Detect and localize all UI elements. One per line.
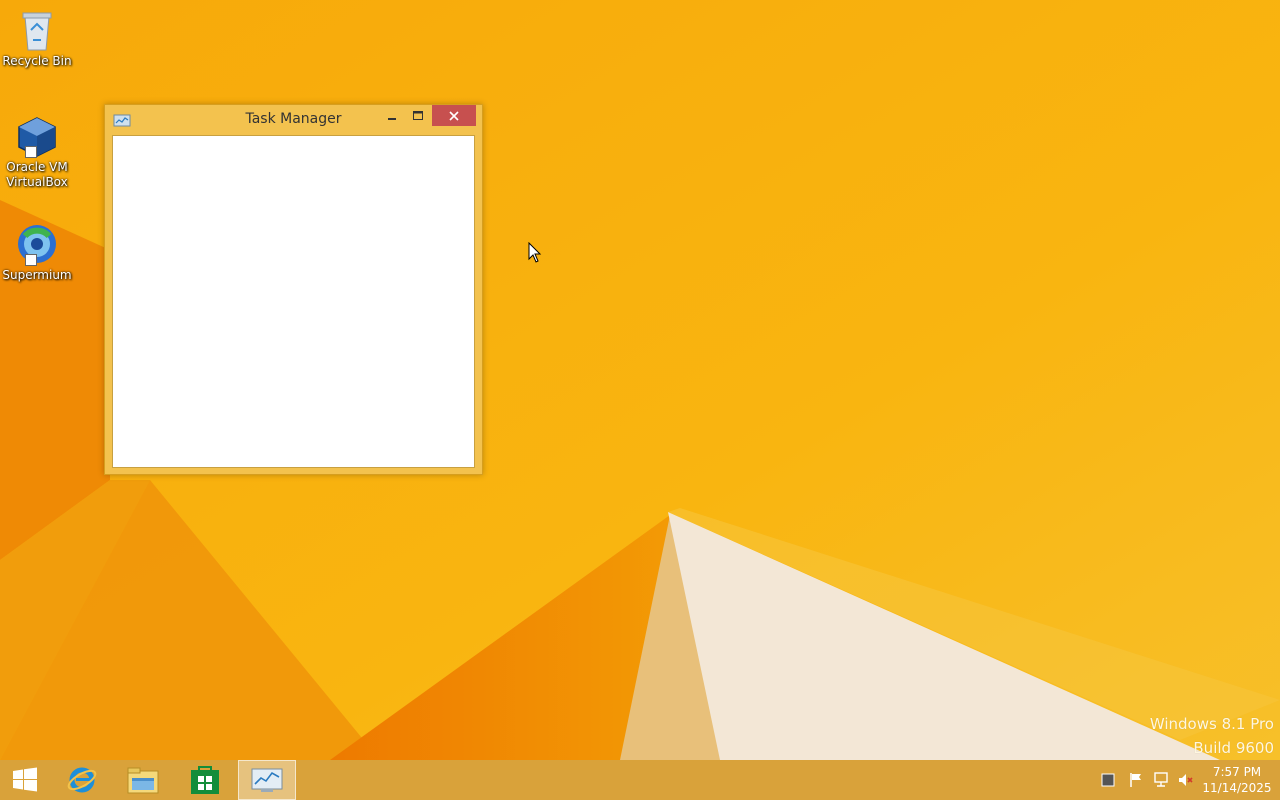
recycle-bin-icon (15, 8, 59, 52)
taskbar-task-manager[interactable] (238, 760, 296, 800)
file-explorer-icon (127, 767, 159, 794)
start-icon (13, 767, 37, 792)
taskbar: 7:57 PM 11/14/2025 (0, 760, 1280, 800)
maximize-icon (413, 110, 423, 120)
clock-date: 11/14/2025 (1202, 781, 1272, 795)
supermium-label: Supermium (2, 268, 72, 282)
network-icon (1154, 772, 1168, 787)
virtualbox-label: Oracle VM VirtualBox (6, 160, 68, 189)
watermark-build: Build 9600 (1193, 739, 1274, 757)
tray-volume[interactable] (1177, 772, 1193, 788)
minimize-button[interactable] (379, 105, 405, 126)
action-center-flag-icon (1130, 773, 1141, 787)
taskbar-internet-explorer[interactable] (54, 760, 110, 800)
desktop-icon-supermium[interactable]: Supermium (2, 222, 72, 283)
taskbar-clock[interactable]: 7:57 PM 11/14/2025 (1200, 764, 1274, 796)
tray-action-center[interactable] (1128, 772, 1144, 788)
store-icon (191, 766, 219, 794)
notification-icon (1101, 773, 1115, 787)
tray-notification[interactable] (1100, 772, 1116, 788)
title-bar[interactable]: Task Manager (105, 105, 482, 135)
internet-explorer-icon (67, 767, 97, 793)
maximize-button[interactable] (405, 105, 431, 126)
virtualbox-icon (15, 114, 59, 158)
clock-time: 7:57 PM (1212, 765, 1262, 779)
minimize-icon (388, 117, 396, 120)
taskbar-file-explorer[interactable] (115, 760, 171, 800)
volume-muted-icon (1179, 774, 1193, 786)
task-manager-icon (251, 768, 283, 792)
taskbar-store[interactable] (177, 760, 233, 800)
start-button[interactable] (0, 760, 50, 800)
recycle-bin-label: Recycle Bin (2, 54, 72, 68)
close-button[interactable] (432, 105, 476, 126)
mouse-cursor-icon (528, 242, 542, 263)
desktop: Recycle Bin Oracle VM VirtualBox Supermi… (0, 0, 1280, 760)
desktop-icon-virtualbox[interactable]: Oracle VM VirtualBox (2, 114, 72, 190)
close-icon (449, 110, 459, 121)
window-content-area (112, 135, 475, 468)
watermark-edition: Windows 8.1 Pro (1149, 715, 1274, 733)
windows-version-watermark: Windows 8.1 Pro Build 9600 (1150, 712, 1274, 760)
tray-network[interactable] (1153, 772, 1169, 788)
shortcut-arrow-icon (25, 146, 37, 158)
shortcut-arrow-icon (25, 254, 37, 266)
desktop-icon-recycle-bin[interactable]: Recycle Bin (2, 8, 72, 69)
task-manager-window: Task Manager (104, 104, 483, 475)
supermium-icon (15, 222, 59, 266)
